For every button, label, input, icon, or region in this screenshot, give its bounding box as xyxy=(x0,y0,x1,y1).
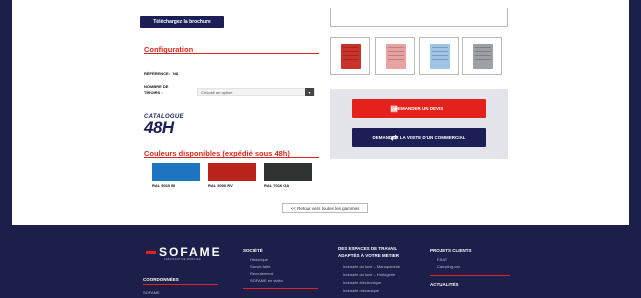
configuration-underline xyxy=(144,53,319,54)
product-image-frame xyxy=(330,8,508,27)
color-label-red: RAL 3000 RV xyxy=(208,183,233,188)
drawers-label: NOMBRE DE TIROIRS : xyxy=(144,84,168,96)
footer-societe-link[interactable]: Recrutement xyxy=(250,271,273,276)
footer-coordonnees-title: COORDONNÉES xyxy=(143,277,179,282)
footer-projets-underline xyxy=(430,275,510,276)
request-quote-button[interactable]: ▤ DEMANDER UN DEVIS xyxy=(352,99,486,118)
logo-red-bar xyxy=(146,251,156,255)
reference-value: N8 xyxy=(173,71,179,76)
footer-espaces-title-line1: DES ESPACES DE TRAVAIL xyxy=(338,246,398,251)
catalogue-48h-logo: CATALOGUE 48H xyxy=(144,114,186,138)
footer-espaces-link[interactable]: Industrie du luxe – Horlogerie xyxy=(343,272,395,277)
cabinet-image xyxy=(341,44,361,69)
logo-subtitle: FABRICANT DE MOBILIER xyxy=(164,258,202,261)
drawers-select[interactable]: Choose an option ▾ xyxy=(197,88,315,96)
request-visit-button[interactable]: ⇄ DEMANDER LA VISITE D'UN COMMERCIAL xyxy=(352,128,486,147)
color-label-blue: RAL 5010 Bl xyxy=(152,183,176,188)
footer-societe-underline xyxy=(243,288,318,289)
cabinet-image xyxy=(386,44,406,69)
footer-espaces-title: DES ESPACES DE TRAVAIL ADAPTÉS À VOTRE M… xyxy=(338,245,399,259)
footer-espaces-link[interactable]: Industrie du luxe – Maroquinerie xyxy=(343,264,400,269)
catalogue-logo-big: 48H xyxy=(144,118,174,137)
color-swatch-blue[interactable] xyxy=(152,163,200,181)
footer-coordonnees-item[interactable]: SOFAME xyxy=(143,290,160,295)
back-to-ranges-button[interactable]: << Retour vers toutes les gammes xyxy=(282,203,368,213)
footer-espaces-link[interactable]: Industrie électronique xyxy=(343,280,381,285)
handshake-icon: ⇄ xyxy=(390,133,398,142)
cabinet-image xyxy=(430,44,450,69)
reference-label: RÉFÉRENCE: xyxy=(144,71,171,76)
thumbnail-grey[interactable] xyxy=(462,37,502,75)
sofame-logo[interactable]: SOFAME xyxy=(146,245,222,259)
footer-projets-link[interactable]: ESAT xyxy=(437,257,447,262)
left-margin xyxy=(0,0,12,298)
drawers-label-line2: TIROIRS : xyxy=(144,90,163,95)
footer-espaces-link[interactable]: Industrie mécanique xyxy=(343,288,379,293)
thumbnail-blue[interactable] xyxy=(419,37,459,75)
thumbnail-red[interactable] xyxy=(375,37,415,75)
footer-coordonnees-underline xyxy=(143,284,218,285)
document-icon: ▤ xyxy=(390,104,398,113)
color-label-grey: RAL 7016 GA xyxy=(264,183,290,188)
logo-text: SOFAME xyxy=(159,245,222,259)
footer-societe-title: SOCIÉTÉ xyxy=(243,248,263,253)
footer-actualites-title: ACTUALITÉS xyxy=(430,282,459,287)
right-margin xyxy=(629,0,641,298)
request-quote-label: DEMANDER UN DEVIS xyxy=(394,106,444,111)
footer-societe-link[interactable]: Savoir-faire xyxy=(250,264,270,269)
chevron-down-icon: ▾ xyxy=(305,88,314,96)
footer-societe-link[interactable]: SOFAME en vidéo xyxy=(250,278,283,283)
footer-societe-link[interactable]: Historique xyxy=(250,257,268,262)
footer-projets-link[interactable]: Camping-car xyxy=(437,264,460,269)
thumbnail-equipped[interactable] xyxy=(330,37,370,75)
colors-underline xyxy=(144,157,319,158)
footer: SOFAME FABRICANT DE MOBILIER COORDONNÉES… xyxy=(12,225,629,298)
download-brochure-button[interactable]: Téléchargez la brochure xyxy=(140,16,224,28)
cabinet-image xyxy=(473,44,493,69)
color-swatch-red[interactable] xyxy=(208,163,256,181)
footer-espaces-title-line2: ADAPTÉS À VOTRE METIER xyxy=(338,253,400,258)
color-swatch-grey[interactable] xyxy=(264,163,312,181)
request-visit-label: DEMANDER LA VISITE D'UN COMMERCIAL xyxy=(372,135,466,140)
footer-projets-title: PROJETS CLIENTS xyxy=(430,248,472,253)
drawers-select-value: Choose an option xyxy=(201,89,233,95)
